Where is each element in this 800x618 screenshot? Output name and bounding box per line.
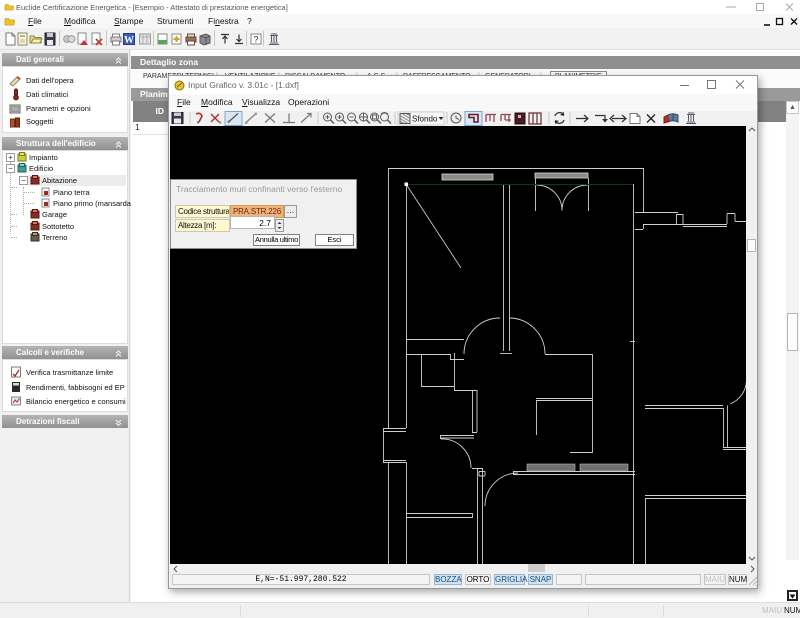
svg-text:Sfondo: Sfondo	[412, 115, 438, 124]
svg-text:W: W	[124, 35, 134, 46]
svg-text:?: ?	[253, 35, 258, 45]
